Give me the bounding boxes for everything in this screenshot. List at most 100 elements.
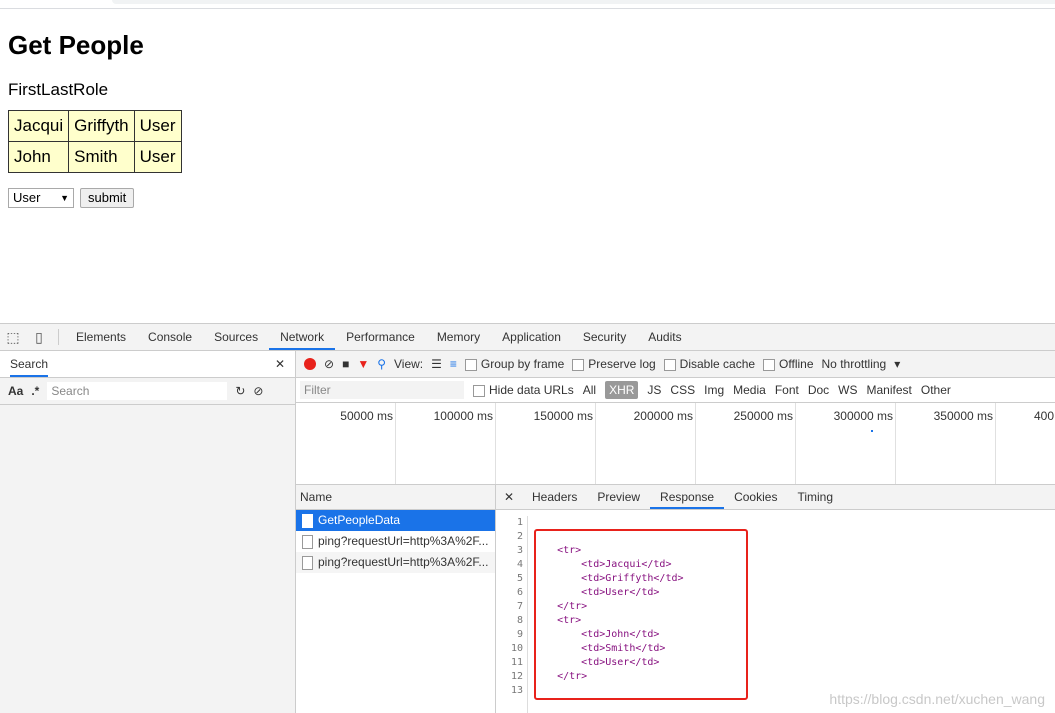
filter-all[interactable]: All xyxy=(583,383,596,397)
filter-css[interactable]: CSS xyxy=(670,383,695,397)
filter-img[interactable]: Img xyxy=(704,383,724,397)
tab-application[interactable]: Application xyxy=(491,324,572,350)
search-icon[interactable]: ⚲ xyxy=(377,357,386,371)
timeline-tick: 400 xyxy=(1034,409,1055,423)
response-viewer[interactable]: 1 2 3 4 5 6 7 8 9 10 11 12 13 <tr> <td>Jacqui</td> <… xyxy=(496,510,1055,713)
line-number: 4 xyxy=(516,559,523,570)
cell-first: John xyxy=(7,141,70,173)
cell-first: Jacqui xyxy=(7,110,70,142)
request-row[interactable]: ping?requestUrl=http%3A%2F... xyxy=(296,552,495,573)
throttling-select[interactable]: No throttling xyxy=(822,357,887,371)
search-bar: Aa .* Search ↻ ⊘ xyxy=(0,378,295,405)
request-list-header[interactable]: Name xyxy=(296,485,495,510)
line-number-gutter: 1 2 3 4 5 6 7 8 9 10 11 12 13 xyxy=(496,516,528,713)
regex-toggle[interactable]: .* xyxy=(31,384,39,398)
line-number: 11 xyxy=(510,657,523,668)
line-number: 12 xyxy=(510,671,523,682)
table-row: Jacqui Griffyth User xyxy=(7,110,182,142)
search-pane-header: Search ✕ xyxy=(0,351,295,378)
devtools-tabbar: ⬚ ▯ Elements Console Sources Network Per… xyxy=(0,324,1055,351)
search-pane: Search ✕ Aa .* Search ↻ ⊘ xyxy=(0,351,296,713)
request-row[interactable]: GetPeopleData xyxy=(296,510,495,531)
table-row: John Smith User xyxy=(7,141,182,173)
refresh-icon[interactable]: ↻ xyxy=(235,384,245,398)
group-by-frame-checkbox[interactable]: Group by frame xyxy=(464,357,564,371)
disable-cache-checkbox[interactable]: Disable cache xyxy=(663,357,755,371)
tab-response[interactable]: Response xyxy=(650,485,725,509)
cell-role: User xyxy=(133,110,182,142)
clear-icon[interactable]: ⊘ xyxy=(253,384,263,398)
view-label: View: xyxy=(394,357,424,371)
tab-console[interactable]: Console xyxy=(137,324,203,350)
record-icon[interactable] xyxy=(304,358,316,370)
divider xyxy=(58,329,59,345)
offline-checkbox[interactable]: Offline xyxy=(763,357,814,371)
people-table: Jacqui Griffyth User John Smith User xyxy=(7,110,182,173)
filter-input[interactable]: Filter xyxy=(300,381,464,399)
chevron-down-icon[interactable]: ▾ xyxy=(894,357,900,371)
clear-icon[interactable]: ⊘ xyxy=(324,357,334,371)
tab-cookies[interactable]: Cookies xyxy=(724,485,787,509)
tab-network[interactable]: Network xyxy=(269,324,336,350)
document-icon xyxy=(302,513,313,528)
line-number: 13 xyxy=(510,685,523,696)
filter-js[interactable]: JS xyxy=(647,383,661,397)
filter-ws[interactable]: WS xyxy=(838,383,857,397)
tab-headers[interactable]: Headers xyxy=(522,485,587,509)
search-pane-title: Search xyxy=(10,351,49,377)
cell-role: User xyxy=(133,141,182,173)
tab-performance[interactable]: Performance xyxy=(335,324,426,350)
preserve-log-checkbox[interactable]: Preserve log xyxy=(572,357,656,371)
line-number: 6 xyxy=(516,587,523,598)
tab-preview[interactable]: Preview xyxy=(587,485,650,509)
search-results-area xyxy=(0,405,295,713)
document-icon xyxy=(302,534,313,549)
line-number: 10 xyxy=(510,643,523,654)
device-toolbar-icon[interactable]: ▯ xyxy=(26,329,52,346)
role-select-value: User xyxy=(13,190,41,205)
timeline-tick: 350000 ms xyxy=(896,403,996,484)
line-number: 8 xyxy=(516,615,523,626)
timeline-marker xyxy=(871,430,873,432)
tab-elements[interactable]: Elements xyxy=(65,324,137,350)
timeline-overview[interactable]: 50000 ms 100000 ms 150000 ms 200000 ms 2… xyxy=(296,403,1055,485)
browser-tab-strip xyxy=(112,0,1055,4)
camera-icon[interactable]: ■ xyxy=(342,357,349,371)
filter-xhr[interactable]: XHR xyxy=(605,381,639,399)
timeline-tick: 300000 ms xyxy=(796,403,896,484)
close-icon[interactable]: ✕ xyxy=(496,490,522,504)
tab-memory[interactable]: Memory xyxy=(426,324,491,350)
match-case-toggle[interactable]: Aa xyxy=(8,384,23,398)
tab-timing[interactable]: Timing xyxy=(787,485,843,509)
cell-last: Smith xyxy=(68,141,135,173)
timeline-tick: 100000 ms xyxy=(396,403,496,484)
line-number: 9 xyxy=(516,629,523,640)
timeline-tick: 50000 ms xyxy=(296,403,396,484)
submit-button[interactable]: submit xyxy=(80,188,135,208)
waterfall-view-icon[interactable]: ≡ xyxy=(450,357,457,371)
filter-bar: Filter Hide data URLs All XHR JS CSS Img… xyxy=(296,378,1055,403)
tab-audits[interactable]: Audits xyxy=(637,324,692,350)
filter-doc[interactable]: Doc xyxy=(808,383,829,397)
close-icon[interactable]: ✕ xyxy=(275,357,285,371)
tab-security[interactable]: Security xyxy=(572,324,637,350)
document-icon xyxy=(302,555,313,570)
search-input[interactable]: Search xyxy=(47,382,228,400)
line-number: 1 xyxy=(516,517,523,528)
hide-data-urls-checkbox[interactable]: Hide data URLs xyxy=(473,383,574,397)
request-row[interactable]: ping?requestUrl=http%3A%2F... xyxy=(296,531,495,552)
role-select[interactable]: User ▼ xyxy=(8,188,74,208)
page-content: Get People FirstLastRole Jacqui Griffyth… xyxy=(7,30,182,208)
list-view-icon[interactable]: ☰ xyxy=(431,357,442,371)
filter-other[interactable]: Other xyxy=(921,383,951,397)
filter-manifest[interactable]: Manifest xyxy=(867,383,912,397)
inspect-element-icon[interactable]: ⬚ xyxy=(0,329,26,346)
filter-icon[interactable]: ▼ xyxy=(357,357,369,371)
devtools-panel: ⬚ ▯ Elements Console Sources Network Per… xyxy=(0,323,1055,713)
tab-sources[interactable]: Sources xyxy=(203,324,269,350)
filter-font[interactable]: Font xyxy=(775,383,799,397)
filter-media[interactable]: Media xyxy=(733,383,766,397)
line-number: 3 xyxy=(516,545,523,556)
timeline-tick: 150000 ms xyxy=(496,403,596,484)
